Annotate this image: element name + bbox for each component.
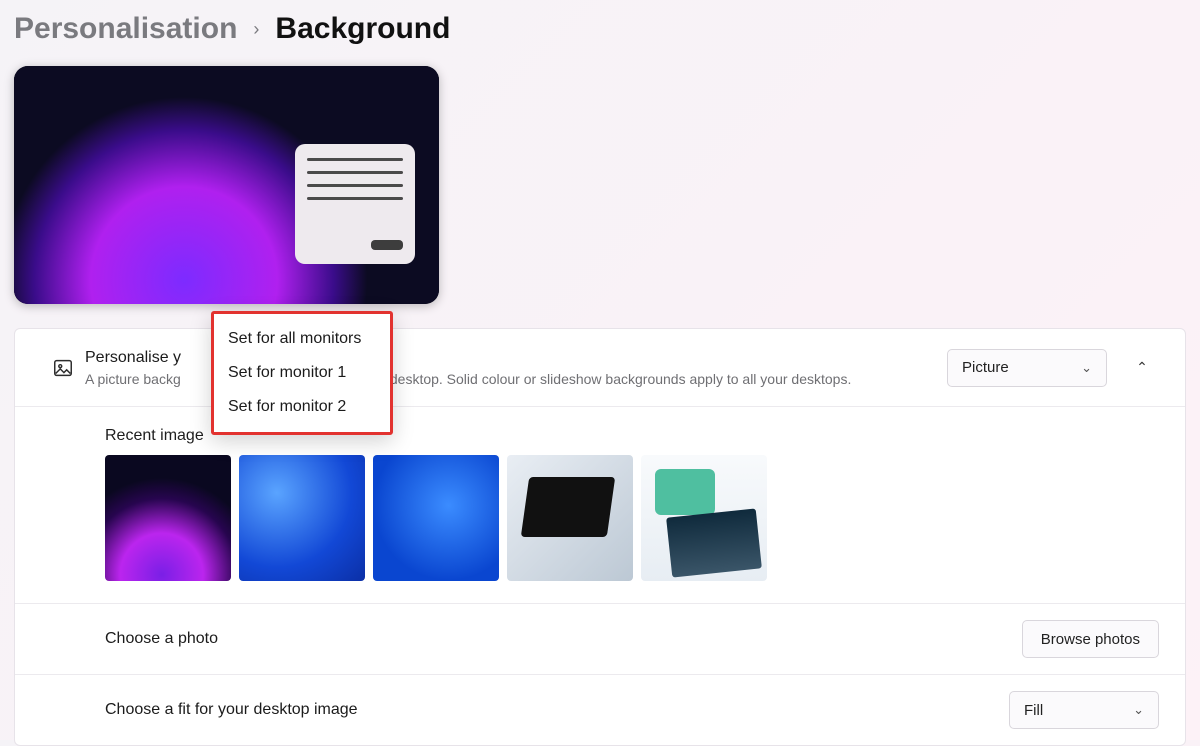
settings-panel: Personalise y A picture backg ent deskto… (14, 328, 1186, 746)
breadcrumb-current: Background (275, 12, 450, 46)
fit-value: Fill (1024, 702, 1043, 719)
recent-thumb-1[interactable] (105, 455, 231, 581)
desktop-preview (14, 66, 439, 304)
personalise-sub-right: ent desktop. Solid colour or slideshow b… (367, 371, 852, 387)
recent-thumb-3[interactable] (373, 455, 499, 581)
choose-fit-row: Choose a fit for your desktop image Fill… (15, 675, 1185, 745)
background-type-dropdown[interactable]: Picture ⌄ (947, 349, 1107, 387)
recent-thumb-4[interactable] (507, 455, 633, 581)
collapse-section-button[interactable]: ⌃ (1125, 351, 1159, 385)
preview-window-mock (295, 144, 415, 264)
background-type-value: Picture (962, 359, 1009, 376)
choose-photo-row: Choose a photo Browse photos (15, 604, 1185, 675)
personalise-title-left: Personalise y (85, 349, 181, 366)
recent-images-row: Recent image (15, 407, 1185, 604)
chevron-down-icon: ⌄ (1133, 702, 1144, 718)
browse-photos-button[interactable]: Browse photos (1022, 620, 1159, 658)
breadcrumb: Personalisation › Background (14, 8, 1186, 66)
chevron-up-icon: ⌃ (1136, 359, 1148, 376)
menu-item-set-monitor-1[interactable]: Set for monitor 1 (214, 356, 390, 390)
personalise-sub-left: A picture backg (85, 371, 181, 387)
choose-photo-label: Choose a photo (105, 630, 1022, 648)
choose-fit-label: Choose a fit for your desktop image (105, 701, 1009, 719)
chevron-down-icon: ⌄ (1081, 360, 1092, 376)
picture-icon (41, 357, 85, 379)
chevron-right-icon: › (253, 19, 259, 40)
recent-thumb-2[interactable] (239, 455, 365, 581)
fit-dropdown[interactable]: Fill ⌄ (1009, 691, 1159, 729)
breadcrumb-parent[interactable]: Personalisation (14, 12, 237, 46)
recent-images-thumbs (105, 455, 767, 581)
personalise-background-row[interactable]: Personalise y A picture backg ent deskto… (15, 329, 1185, 407)
recent-images-label: Recent image (105, 427, 204, 445)
menu-item-set-all-monitors[interactable]: Set for all monitors (214, 322, 390, 356)
context-menu-set-monitor: Set for all monitors Set for monitor 1 S… (211, 311, 393, 435)
menu-item-set-monitor-2[interactable]: Set for monitor 2 (214, 390, 390, 424)
recent-thumb-5[interactable] (641, 455, 767, 581)
